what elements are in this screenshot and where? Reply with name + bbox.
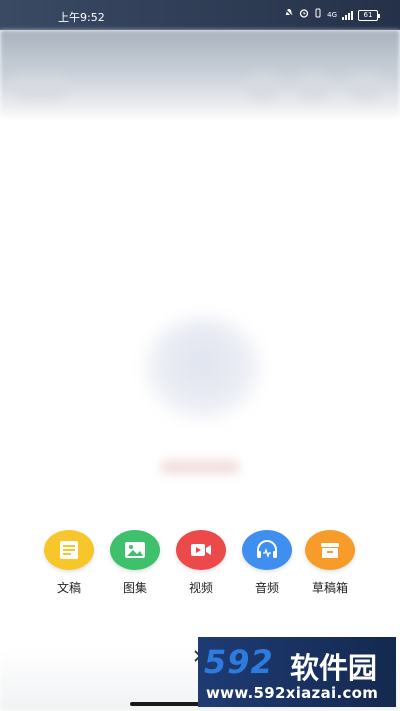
watermark-logo: 592 软件园 www.592xiazai.com bbox=[198, 637, 396, 707]
vibrate-icon bbox=[314, 8, 322, 22]
alarm-icon bbox=[299, 8, 309, 22]
status-time: 上午9:52 bbox=[58, 11, 105, 24]
publish-video-label: 视频 bbox=[188, 581, 213, 595]
drafts-box-button[interactable]: 草稿箱 bbox=[297, 530, 363, 595]
publish-gallery-label: 图集 bbox=[122, 581, 147, 595]
publish-video-button[interactable]: 视频 bbox=[168, 530, 234, 595]
video-icon bbox=[176, 530, 226, 570]
publish-gallery-button[interactable]: 图集 bbox=[102, 530, 168, 595]
blurred-empty-illustration bbox=[145, 318, 260, 418]
status-bar: 上午9:52 4G 61 bbox=[0, 0, 400, 30]
image-icon bbox=[110, 530, 160, 570]
blurred-page-header bbox=[0, 30, 400, 120]
publish-document-button[interactable]: 文稿 bbox=[36, 530, 102, 595]
headphones-icon bbox=[242, 530, 292, 570]
watermark-url: www.592xiazai.com bbox=[206, 684, 379, 702]
drafts-box-icon bbox=[305, 530, 355, 570]
bell-muted-icon bbox=[284, 8, 294, 22]
publish-audio-label: 音频 bbox=[254, 581, 279, 595]
signal-icon bbox=[342, 10, 353, 20]
watermark-number: 592 bbox=[204, 643, 274, 681]
document-icon bbox=[44, 530, 94, 570]
watermark-brand: 软件园 bbox=[290, 651, 378, 685]
publish-menu: 文稿 图集 视频 音频 草稿箱 bbox=[0, 530, 400, 600]
publish-audio-button[interactable]: 音频 bbox=[234, 530, 300, 595]
status-icons: 4G 61 bbox=[284, 8, 380, 22]
battery-icon: 61 bbox=[358, 9, 380, 21]
network-type: 4G bbox=[327, 11, 337, 19]
blurred-empty-text bbox=[160, 460, 240, 474]
drafts-box-label: 草稿箱 bbox=[311, 581, 348, 595]
publish-document-label: 文稿 bbox=[56, 581, 81, 595]
